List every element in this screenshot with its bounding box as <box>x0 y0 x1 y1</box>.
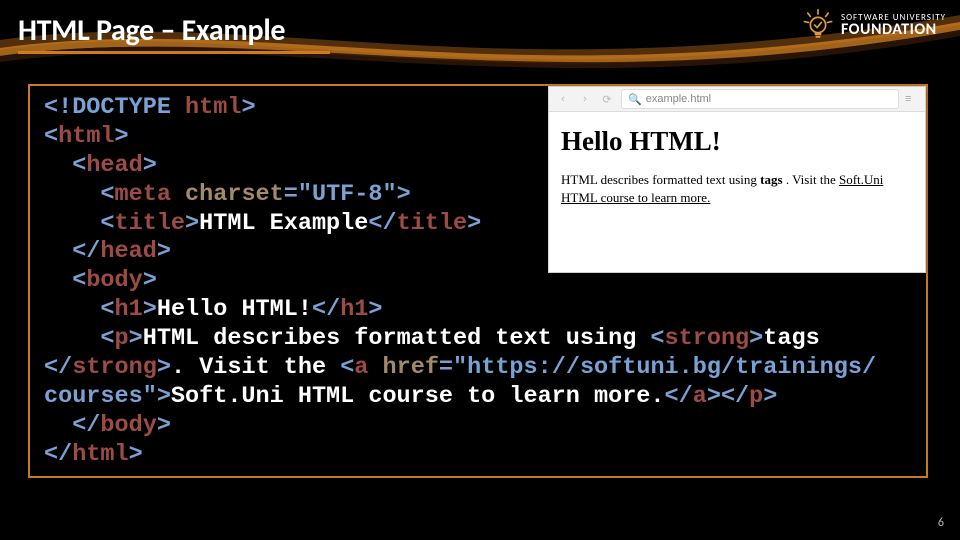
reload-icon[interactable]: ⟳ <box>599 91 615 107</box>
forward-icon[interactable]: › <box>577 91 593 107</box>
browser-toolbar: ‹ › ⟳ 🔍 example.html ≡ <box>549 87 925 112</box>
browser-preview: ‹ › ⟳ 🔍 example.html ≡ Hello HTML! HTML … <box>548 86 926 273</box>
rendered-heading: Hello HTML! <box>561 126 913 157</box>
title-underline <box>18 51 330 54</box>
code-example-box: <!DOCTYPE html> <html> <head> <meta char… <box>28 84 928 478</box>
brand-text: SOFTWARE UNIVERSITY FOUNDATION <box>841 13 946 38</box>
brand-logo: SOFTWARE UNIVERSITY FOUNDATION <box>801 8 946 42</box>
menu-icon[interactable]: ≡ <box>905 93 919 105</box>
back-icon[interactable]: ‹ <box>555 91 571 107</box>
lightbulb-icon <box>801 8 835 42</box>
address-text: example.html <box>646 93 711 105</box>
brand-line2: FOUNDATION <box>841 22 946 38</box>
search-icon: 🔍 <box>628 93 642 106</box>
rendered-paragraph: HTML describes formatted text using tags… <box>561 171 913 206</box>
slide-number: 6 <box>938 516 944 530</box>
address-bar[interactable]: 🔍 example.html <box>621 89 899 109</box>
browser-content: Hello HTML! HTML describes formatted tex… <box>549 112 925 216</box>
